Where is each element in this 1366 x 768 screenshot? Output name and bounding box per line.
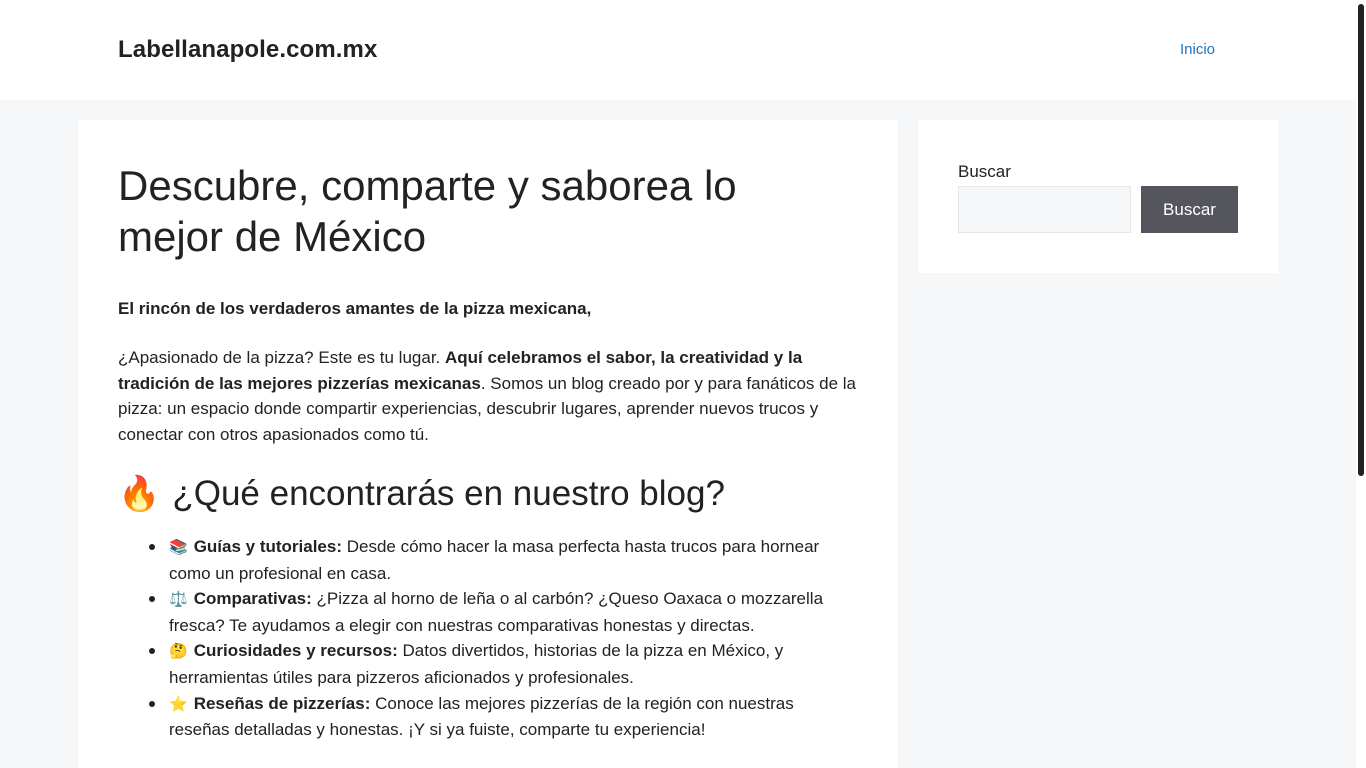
- books-icon: 📚: [169, 539, 188, 556]
- scales-icon: ⚖️: [169, 591, 188, 609]
- section-heading-text: ¿Qué encontrarás en nuestro blog?: [172, 474, 725, 513]
- list-item: ⚖️ Comparativas: ¿Pizza al horno de leña …: [118, 586, 858, 638]
- feature-title: Comparativas:: [193, 589, 312, 609]
- list-item: ⭐ Reseñas de pizzerías: Conoce las mejore…: [118, 691, 858, 743]
- nav-item-inicio[interactable]: Inicio: [1180, 41, 1215, 58]
- site-header: Labellanapole.com.mx Inicio: [0, 0, 1356, 100]
- thinking-face-icon: 🤔: [169, 643, 188, 661]
- intro-paragraph: ¿Apasionado de la pizza? Este es tu luga…: [118, 345, 858, 447]
- section-heading: 🔥 ¿Qué encontrarás en nuestro blog?: [118, 472, 858, 516]
- page-title: Descubre, comparte y saborea lo mejor de…: [118, 162, 737, 260]
- feature-title: Guías y tutoriales:: [193, 537, 343, 556]
- feature-list: 📚 Guías y tutoriales: Desde cómo hacer la…: [118, 534, 858, 743]
- intro-text: El rincón de los verdaderos amantes de l…: [118, 299, 592, 318]
- main-content: Descubre, comparte y saborea lo mejor de…: [78, 120, 898, 768]
- list-item: 📚 Guías y tutoriales: Desde cómo hacer la…: [118, 534, 858, 586]
- sidebar-search-widget: Buscar Buscar: [918, 120, 1278, 273]
- site-title-link[interactable]: Labellanapole.com.mx: [118, 36, 377, 64]
- feature-title: Reseñas de pizzerías:: [193, 693, 371, 713]
- star-icon: ⭐: [169, 695, 188, 713]
- fire-icon: 🔥: [118, 475, 161, 513]
- feature-title: Curiosidades y recursos:: [193, 641, 398, 661]
- paragraph-part-1: ¿Apasionado de la pizza? Este es tu luga…: [118, 348, 445, 367]
- search-input[interactable]: [958, 186, 1131, 233]
- list-item: 🤔 Curiosidades y recursos: Datos divertid…: [118, 638, 858, 690]
- search-button[interactable]: Buscar: [1141, 186, 1238, 233]
- scrollbar-thumb[interactable]: [1358, 4, 1364, 476]
- search-label: Buscar: [958, 162, 1011, 181]
